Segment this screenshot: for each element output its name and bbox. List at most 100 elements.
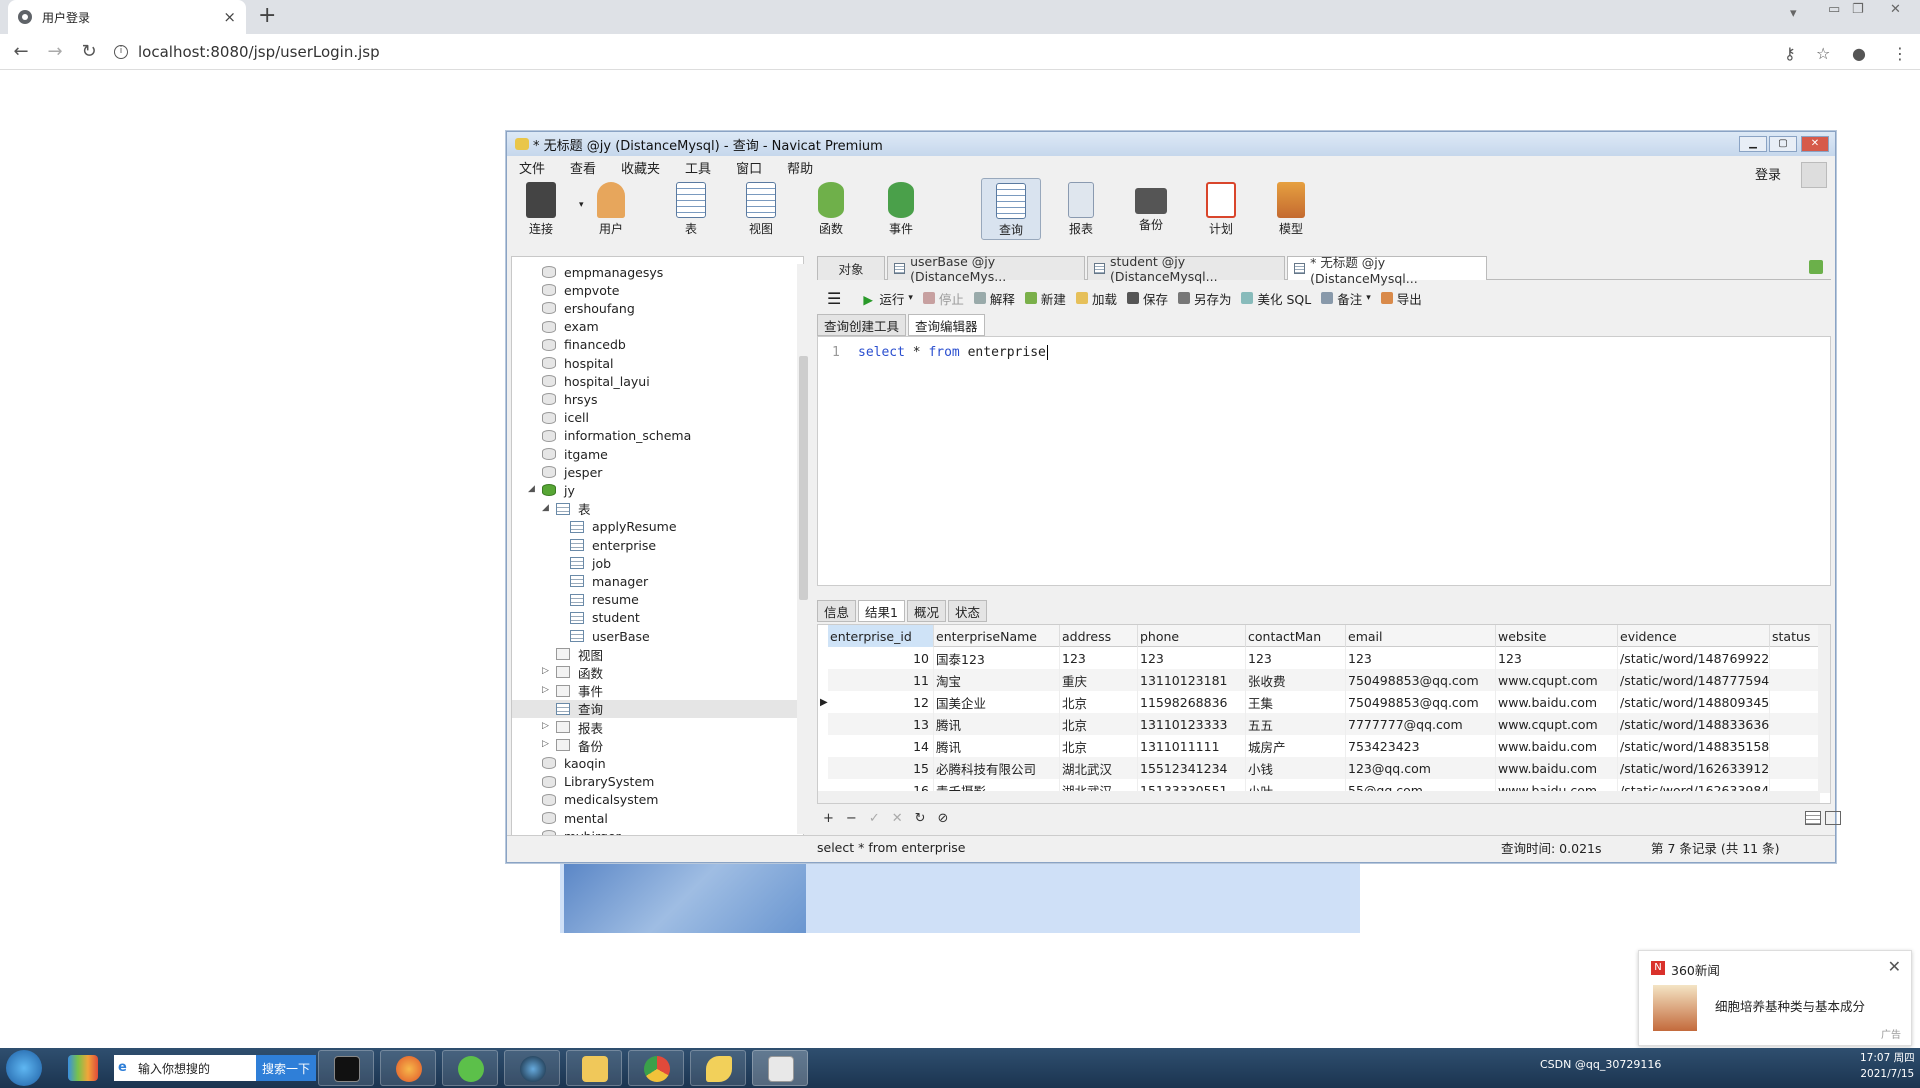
- explain-button[interactable]: 解释: [973, 289, 1015, 308]
- table-row[interactable]: 11 淘宝 重庆 13110123181 张收费 750498853@qq.com www.…: [828, 669, 1820, 691]
- tree-group-1[interactable]: 函数: [556, 663, 603, 681]
- table-cell[interactable]: 小钱: [1246, 757, 1346, 779]
- toolbar-event[interactable]: 事件: [871, 178, 931, 240]
- table-cell[interactable]: /static/word/14883515836: [1618, 735, 1770, 757]
- menu-window[interactable]: 窗口: [736, 158, 762, 177]
- table-cell[interactable]: 12: [828, 691, 934, 713]
- table-cell[interactable]: 123: [1060, 647, 1138, 669]
- table-cell[interactable]: /static/word/14877759401: [1618, 669, 1770, 691]
- table-cell[interactable]: [1770, 735, 1820, 757]
- table-cell[interactable]: 北京: [1060, 735, 1138, 757]
- table-row[interactable]: 12 国美企业 北京 11598268836 王集 750498853@qq.com www…: [828, 691, 1820, 713]
- nv-minimize-button[interactable]: ▁: [1739, 136, 1767, 152]
- restore-icon[interactable]: ❐: [1852, 2, 1864, 17]
- tree-table-applyresume[interactable]: applyResume: [570, 518, 677, 536]
- result-grid[interactable]: enterprise_id enterpriseName address phone c…: [817, 624, 1831, 804]
- menu-view[interactable]: 查看: [570, 158, 596, 177]
- table-cell[interactable]: 11598268836: [1138, 691, 1246, 713]
- column-header-phone[interactable]: phone: [1138, 625, 1246, 647]
- tree-db-financedb[interactable]: financedb: [542, 336, 626, 354]
- tree-db-jy[interactable]: jy: [542, 481, 575, 499]
- column-header-status[interactable]: status: [1770, 625, 1820, 647]
- table-cell[interactable]: 13110123181: [1138, 669, 1246, 691]
- table-cell[interactable]: 淘宝: [934, 669, 1060, 691]
- table-cell[interactable]: www.baidu.com: [1496, 691, 1618, 713]
- table-cell[interactable]: 王集: [1246, 691, 1346, 713]
- menu-icon[interactable]: ⋮: [1892, 44, 1908, 63]
- tree-db-hospital[interactable]: hospital: [542, 354, 614, 372]
- tab-result1[interactable]: 结果1: [858, 600, 905, 622]
- save-button[interactable]: 保存: [1126, 289, 1168, 308]
- browser-tab[interactable]: 用户登录 ×: [8, 0, 246, 34]
- expand-arrow-icon[interactable]: ◢: [528, 484, 535, 494]
- expand-arrow-icon[interactable]: ▷: [542, 739, 549, 749]
- expand-arrow-icon[interactable]: ◢: [542, 503, 549, 513]
- table-cell[interactable]: /static/word/14880934587: [1618, 691, 1770, 713]
- table-cell[interactable]: 张收费: [1246, 669, 1346, 691]
- taskbar-search-input[interactable]: 输入你想搜的: [114, 1055, 256, 1081]
- profile-icon[interactable]: ●: [1852, 44, 1866, 63]
- table-row[interactable]: 10 国泰123 123 123 123 123 123/static/word/14876…: [828, 647, 1820, 669]
- news-close-icon[interactable]: ✕: [1888, 957, 1901, 976]
- table-cell[interactable]: [1770, 713, 1820, 735]
- tab-untitled-query[interactable]: * 无标题 @jy (DistanceMysql...: [1287, 255, 1487, 286]
- tab-student[interactable]: student @jy (DistanceMysql...: [1087, 254, 1285, 284]
- info-icon[interactable]: i: [114, 44, 128, 59]
- tree-db-kaoqin[interactable]: kaoqin: [542, 754, 606, 772]
- table-cell[interactable]: 必腾科技有限公司: [934, 757, 1060, 779]
- tree-db-ershoufang[interactable]: ershoufang: [542, 299, 635, 317]
- table-cell[interactable]: /static/word/16263391217: [1618, 757, 1770, 779]
- taskbar-wechat[interactable]: [442, 1050, 498, 1086]
- tree-group-5[interactable]: 备份: [556, 736, 603, 754]
- comment-dropdown-icon[interactable]: ▾: [1366, 293, 1371, 303]
- tree-table-job[interactable]: job: [570, 554, 611, 572]
- table-cell[interactable]: 腾讯: [934, 735, 1060, 757]
- menu-file[interactable]: 文件: [519, 158, 545, 177]
- sql-code[interactable]: select * from enterprise: [858, 345, 1048, 360]
- window-close-icon[interactable]: ✕: [1890, 2, 1901, 17]
- table-cell[interactable]: 国泰123: [934, 647, 1060, 669]
- table-cell[interactable]: 15512341234: [1138, 757, 1246, 779]
- table-cell[interactable]: 腾讯: [934, 713, 1060, 735]
- form-view-icon[interactable]: [1825, 811, 1841, 825]
- tree-db-exam[interactable]: exam: [542, 318, 599, 336]
- stop-button[interactable]: 停止: [922, 289, 964, 308]
- system-clock[interactable]: 17:07 周四 2021/7/15: [1860, 1050, 1915, 1082]
- profile-dropdown-icon[interactable]: ▾: [1790, 6, 1797, 21]
- tree-group-2[interactable]: 事件: [556, 682, 603, 700]
- table-cell[interactable]: 7777777@qq.com: [1346, 713, 1496, 735]
- tree-db-empvote[interactable]: empvote: [542, 281, 619, 299]
- table-cell[interactable]: 123@qq.com: [1346, 757, 1496, 779]
- load-button[interactable]: 加载: [1075, 289, 1117, 308]
- taskbar-explorer[interactable]: [566, 1050, 622, 1086]
- tree-group-0[interactable]: 视图: [556, 645, 603, 663]
- forward-icon[interactable]: →: [38, 41, 72, 62]
- grid-horizontal-scrollbar[interactable]: [818, 791, 1820, 803]
- apply-icon[interactable]: ✓: [869, 811, 880, 826]
- tree-db-medicalsystem[interactable]: medicalsystem: [542, 791, 658, 809]
- bookmark-star-icon[interactable]: ☆: [1816, 44, 1830, 63]
- new-button[interactable]: 新建: [1024, 289, 1066, 308]
- tab-profile[interactable]: 概况: [906, 600, 946, 622]
- table-cell[interactable]: 城房产: [1246, 735, 1346, 757]
- column-header-address[interactable]: address: [1060, 625, 1138, 647]
- tree-db-hospital_layui[interactable]: hospital_layui: [542, 372, 650, 390]
- table-cell[interactable]: 重庆: [1060, 669, 1138, 691]
- tree-db-empmanagesys[interactable]: empmanagesys: [542, 263, 663, 281]
- table-cell[interactable]: 15: [828, 757, 934, 779]
- table-cell[interactable]: 13110123333: [1138, 713, 1246, 735]
- table-cell[interactable]: www.cqupt.com: [1496, 713, 1618, 735]
- save-as-button[interactable]: 另存为: [1177, 289, 1231, 308]
- taskbar-navicat[interactable]: [690, 1050, 746, 1086]
- export-button[interactable]: 导出: [1380, 289, 1422, 308]
- expand-arrow-icon[interactable]: ▷: [542, 685, 549, 695]
- toolbar-user[interactable]: 用户: [581, 178, 641, 240]
- menu-help[interactable]: 帮助: [787, 158, 813, 177]
- toolbar-function[interactable]: 函数: [801, 178, 861, 240]
- table-cell[interactable]: [1770, 757, 1820, 779]
- tree-db-icell[interactable]: icell: [542, 409, 589, 427]
- toolbar-schedule[interactable]: 计划: [1191, 178, 1251, 240]
- table-cell[interactable]: 750498853@qq.com: [1346, 691, 1496, 713]
- toolbar-report[interactable]: 报表: [1051, 178, 1111, 240]
- back-icon[interactable]: ←: [4, 41, 38, 62]
